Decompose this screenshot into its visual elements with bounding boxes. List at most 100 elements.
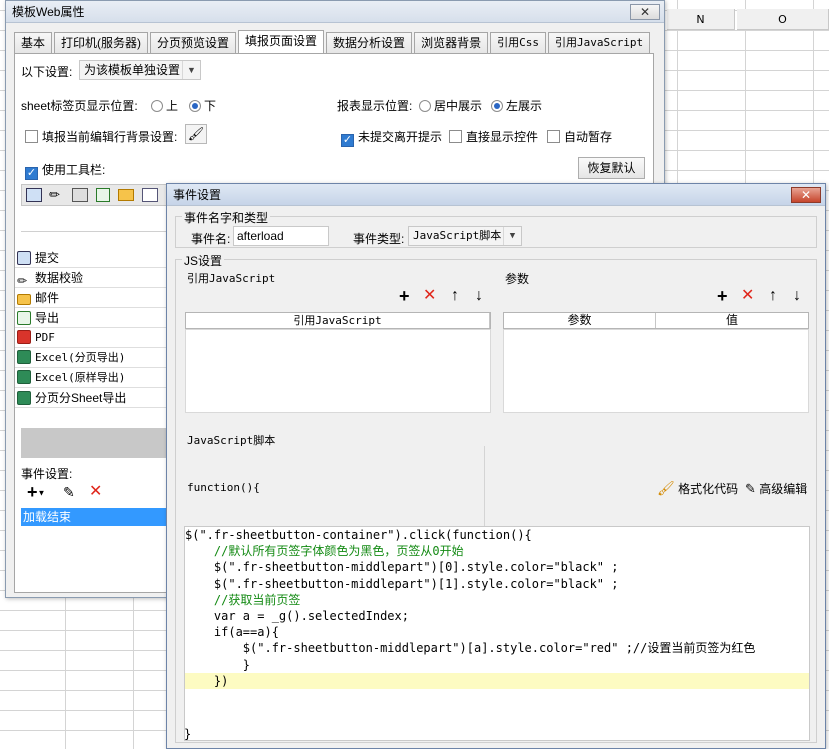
checkbox-icon[interactable] [25, 130, 38, 143]
delete-icon[interactable]: ✕ [423, 288, 436, 304]
unsubmitted-prompt-option[interactable]: ✓ 未提交离开提示 [341, 128, 442, 147]
code-line: $(".fr-sheetbutton-middlepart")[a].style… [185, 640, 809, 656]
print-icon[interactable] [72, 188, 88, 202]
add-icon[interactable]: + [717, 287, 728, 305]
event-type-label: 事件类型: [353, 232, 405, 246]
arrow-down-icon[interactable]: ↓ [793, 288, 801, 304]
excel-icon [17, 350, 31, 364]
button-label: 格式化代码 [678, 482, 739, 496]
toolbar-item-verify[interactable]: ✏ 数据校验 [15, 268, 175, 288]
report-center-option[interactable]: 居中展示 [419, 97, 482, 114]
toolbar-item-sheet-export[interactable]: 分页分Sheet导出 [15, 388, 175, 408]
code-text: $(".fr-sheetbutton-middlepart")[1].style… [185, 576, 619, 591]
export-icon[interactable] [96, 188, 110, 202]
advanced-edit-button[interactable]: ✎ 高级编辑 [745, 480, 807, 497]
report-left-option[interactable]: 左展示 [491, 97, 542, 114]
tab-css[interactable]: 引用Css [490, 32, 546, 53]
arrow-down-icon[interactable]: ↓ [475, 288, 483, 304]
save-icon [17, 251, 31, 265]
verify-icon: ✏ [17, 274, 28, 288]
code-editor[interactable]: $(".fr-sheetbutton-container").click(fun… [184, 526, 810, 741]
option-label: 下 [204, 99, 217, 113]
add-icon[interactable]: + [399, 287, 410, 305]
arrow-up-icon[interactable]: ↑ [451, 288, 459, 304]
dialog-title: 事件设置 [167, 184, 825, 206]
option-label: 使用工具栏: [42, 163, 106, 177]
sheet-export-icon[interactable] [142, 188, 158, 202]
toolbar-item-excel-page[interactable]: Excel(分页导出) [15, 348, 175, 368]
fill-bg-option[interactable]: 填报当前编辑行背景设置: [25, 128, 177, 145]
restore-default-button[interactable]: 恢复默认 [578, 157, 645, 179]
sheet-tab-top-option[interactable]: 上 [151, 97, 178, 114]
checkbox-checked-icon[interactable]: ✓ [25, 167, 38, 180]
params-table-body[interactable] [503, 329, 809, 413]
code-text: $(".fr-sheetbutton-middlepart")[a].style… [185, 641, 756, 656]
sheet-tab-bottom-option[interactable]: 下 [189, 97, 216, 114]
column-header-n[interactable]: N [667, 9, 735, 30]
checkbox-icon[interactable] [547, 130, 560, 143]
delete-icon[interactable]: ✕ [741, 288, 754, 304]
event-name-input[interactable] [233, 226, 329, 246]
tab-javascript[interactable]: 引用JavaScript [547, 32, 651, 53]
auto-save-option[interactable]: 自动暂存 [547, 128, 612, 145]
tab-data-analysis[interactable]: 数据分析设置 [326, 32, 413, 53]
checkbox-checked-icon[interactable]: ✓ [341, 134, 354, 147]
report-position-label: 报表显示位置: [337, 99, 413, 113]
toolbar-item-excel-original[interactable]: Excel(原样导出) [15, 368, 175, 388]
option-label: 上 [166, 99, 179, 113]
radio-selected-icon[interactable] [491, 100, 503, 112]
param-column[interactable]: 参数 [504, 313, 656, 328]
arrow-up-icon[interactable]: ↑ [769, 288, 777, 304]
code-line-current: }) [185, 672, 809, 689]
radio-icon[interactable] [151, 100, 163, 112]
value-column[interactable]: 值 [656, 313, 808, 328]
radio-selected-icon[interactable] [189, 100, 201, 112]
format-code-button[interactable]: 🖌 格式化代码 [657, 480, 738, 497]
event-type-dropdown[interactable]: JavaScript脚本 ▼ [408, 226, 522, 246]
save-icon[interactable] [26, 188, 42, 202]
window-title: 模板Web属性 [6, 1, 664, 23]
edit-icon[interactable]: ✎ [63, 484, 75, 500]
tab-bar: 基本 打印机(服务器) 分页预览设置 填报页面设置 数据分析设置 浏览器背景 引… [14, 30, 652, 53]
email-icon[interactable] [118, 189, 134, 201]
toolbar-item-pdf[interactable]: PDF [15, 328, 175, 348]
chevron-down-icon: ▼ [182, 61, 200, 79]
group-title: 事件名字和类型 [182, 209, 271, 226]
close-icon[interactable]: ✕ [791, 187, 821, 203]
ref-js-column[interactable]: 引用JavaScript [186, 313, 490, 328]
toolbar-item-export[interactable]: 导出 [15, 308, 175, 328]
tab-basic[interactable]: 基本 [14, 32, 53, 53]
excel-icon [17, 391, 31, 405]
direct-show-option[interactable]: 直接显示控件 [449, 128, 538, 145]
tab-printer[interactable]: 打印机(服务器) [54, 32, 149, 53]
code-line: if(a==a){ [185, 624, 809, 640]
option-label: 未提交离开提示 [358, 130, 443, 144]
paint-bucket-icon[interactable]: 🖌 [185, 124, 207, 144]
add-dropdown-icon[interactable]: +▼ [27, 483, 45, 501]
column-header-o[interactable]: O [737, 9, 829, 30]
code-line: } [185, 657, 809, 673]
verify-icon[interactable]: ✏ [49, 188, 60, 202]
tab-page-preview[interactable]: 分页预览设置 [150, 32, 237, 53]
radio-icon[interactable] [419, 100, 431, 112]
delete-icon[interactable]: ✕ [89, 484, 102, 500]
export-icon [17, 311, 31, 325]
event-item-afterload[interactable]: 加载结束 [21, 508, 181, 526]
toolbar-preview-gap [21, 206, 181, 232]
toolbar-item-email[interactable]: 邮件 [15, 288, 175, 308]
checkbox-icon[interactable] [449, 130, 462, 143]
item-label: Excel(原样导出) [35, 371, 126, 384]
ref-js-table-body[interactable] [185, 329, 491, 413]
settings-dropdown[interactable]: 为该模板单独设置 ▼ [79, 60, 201, 80]
event-type-value: JavaScript脚本 [413, 229, 502, 242]
list-scroll-area [21, 428, 181, 458]
settings-value: 为该模板单独设置 [84, 63, 181, 77]
use-toolbar-option[interactable]: ✓ 使用工具栏: [25, 161, 105, 180]
brush-icon: 🖌 [657, 480, 675, 496]
toolbar-item-submit[interactable]: 提交 [15, 248, 175, 268]
tab-browser-bg[interactable]: 浏览器背景 [414, 32, 489, 53]
close-icon[interactable]: ✕ [630, 4, 660, 20]
option-label: 居中展示 [434, 99, 483, 113]
params-table-header: 参数 值 [503, 312, 809, 329]
tab-fill-page[interactable]: 填报页面设置 [238, 30, 325, 53]
